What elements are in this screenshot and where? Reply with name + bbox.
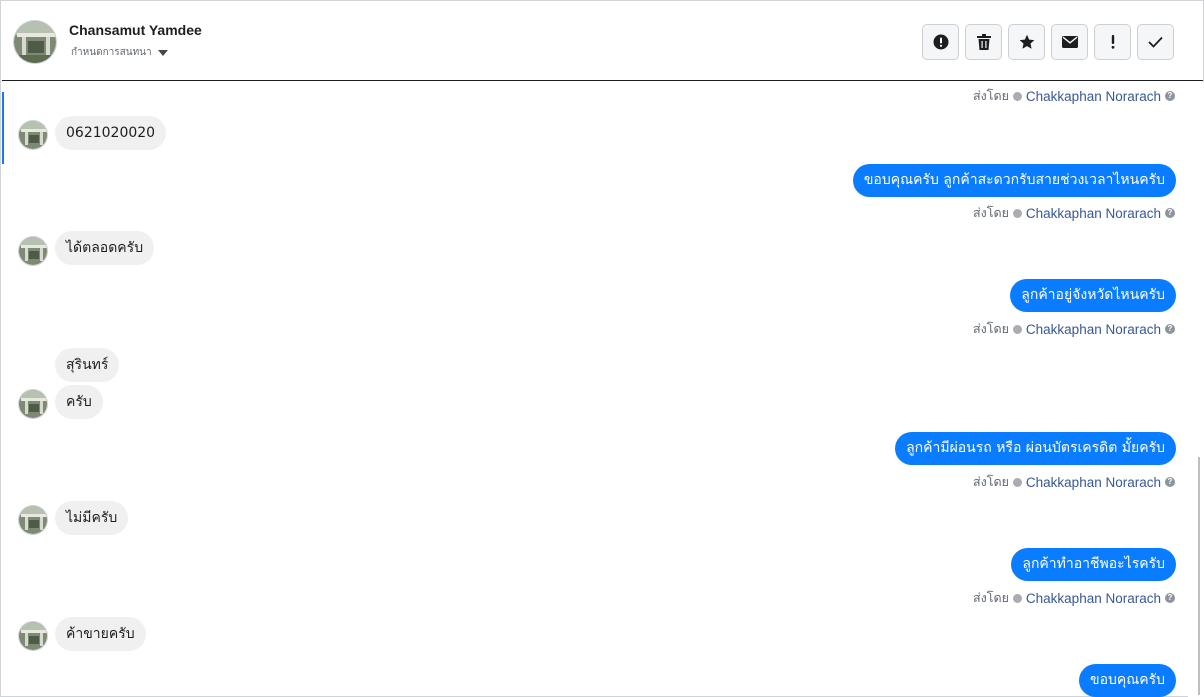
caret-down-icon — [157, 50, 168, 56]
agent-name-link[interactable]: Chakkaphan Norarach — [1026, 591, 1161, 606]
sent-by-label: ส่งโดย — [973, 591, 1009, 605]
outgoing-message[interactable]: ลูกค้าทำอาชีพอะไรครับ — [1011, 548, 1176, 581]
sent-by-row: ส่งโดย Chakkaphan Norarach ? — [973, 203, 1175, 223]
agent-name-link[interactable]: Chakkaphan Norarach — [1026, 475, 1161, 490]
incoming-message[interactable]: ไม่มีครับ — [55, 501, 129, 535]
incoming-message[interactable]: ครับ — [55, 385, 103, 419]
envelope-icon — [1061, 36, 1078, 48]
contact-avatar-small — [18, 389, 48, 419]
outgoing-message[interactable]: ขอบคุณครับ — [1079, 664, 1176, 697]
star-button[interactable] — [1008, 24, 1045, 60]
sent-by-row: ส่งโดย Chakkaphan Norarach ? — [973, 588, 1175, 608]
incoming-message[interactable]: ค้าขายครับ — [55, 617, 146, 651]
unread-marker — [2, 92, 4, 164]
help-icon[interactable]: ? — [1165, 208, 1175, 218]
star-icon — [1019, 34, 1034, 49]
help-icon[interactable]: ? — [1165, 477, 1175, 487]
incoming-message[interactable]: สุรินทร์ — [55, 348, 120, 382]
flag-button[interactable] — [1094, 24, 1131, 60]
conversation-window: Chansamut Yamdee กำหนดการสนทนา ส่งโดย Ch… — [0, 0, 1204, 697]
outgoing-message[interactable]: ขอบคุณครับ ลูกค้าสะดวกรับสายช่วงเวลาไหนค… — [852, 164, 1176, 197]
trash-icon — [976, 34, 991, 50]
sent-by-row: ส่งโดย Chakkaphan Norarach ? — [973, 319, 1175, 339]
message-feed[interactable]: ส่งโดย Chakkaphan Norarach ? 0621020020 … — [2, 82, 1187, 697]
contact-name: Chansamut Yamdee — [69, 22, 202, 38]
mark-done-button[interactable] — [1137, 24, 1174, 60]
outgoing-message[interactable]: ลูกค้าอยู่จังหวัดไหนครับ — [1010, 279, 1176, 312]
contact-avatar-small — [18, 120, 48, 150]
alert-circle-icon — [933, 34, 948, 50]
agent-name-link[interactable]: Chakkaphan Norarach — [1026, 322, 1161, 337]
sent-by-row: ส่งโดย Chakkaphan Norarach ? — [973, 86, 1175, 106]
sent-by-label: ส่งโดย — [973, 322, 1009, 336]
verified-icon — [1012, 324, 1022, 334]
help-icon[interactable]: ? — [1165, 91, 1175, 101]
header-action-toolbar — [922, 24, 1174, 60]
verified-icon — [1012, 208, 1022, 218]
delete-button[interactable] — [965, 24, 1002, 60]
verified-icon — [1012, 91, 1022, 101]
checkmark-icon — [1148, 36, 1163, 48]
incoming-message[interactable]: 0621020020 — [55, 116, 167, 150]
conversation-schedule-dropdown[interactable]: กำหนดการสนทนา — [71, 45, 168, 60]
verified-icon — [1012, 593, 1022, 603]
sent-by-row: ส่งโดย Chakkaphan Norarach ? — [973, 472, 1175, 492]
exclamation-icon — [1111, 35, 1114, 49]
scrollbar-track[interactable] — [1188, 82, 1204, 697]
conversation-header: Chansamut Yamdee กำหนดการสนทนา — [2, 2, 1203, 81]
incoming-message[interactable]: ได้ตลอดครับ — [55, 231, 155, 265]
help-icon[interactable]: ? — [1165, 324, 1175, 334]
scrollbar-thumb[interactable] — [1198, 457, 1200, 695]
sent-by-label: ส่งโดย — [973, 206, 1009, 220]
contact-avatar-small — [18, 505, 48, 535]
verified-icon — [1012, 477, 1022, 487]
agent-name-link[interactable]: Chakkaphan Norarach — [1026, 89, 1161, 104]
contact-avatar-small — [18, 236, 48, 266]
conversation-schedule-label: กำหนดการสนทนา — [71, 47, 152, 58]
mark-spam-button[interactable] — [922, 24, 959, 60]
contact-avatar-small — [18, 621, 48, 651]
sent-by-label: ส่งโดย — [973, 475, 1009, 489]
mark-unread-button[interactable] — [1051, 24, 1088, 60]
outgoing-message[interactable]: ลูกค้ามีผ่อนรถ หรือ ผ่อนบัตรเครดิต มั้ยค… — [895, 432, 1176, 465]
contact-avatar[interactable] — [13, 20, 57, 64]
help-icon[interactable]: ? — [1165, 593, 1175, 603]
agent-name-link[interactable]: Chakkaphan Norarach — [1026, 206, 1161, 221]
sent-by-label: ส่งโดย — [973, 89, 1009, 103]
